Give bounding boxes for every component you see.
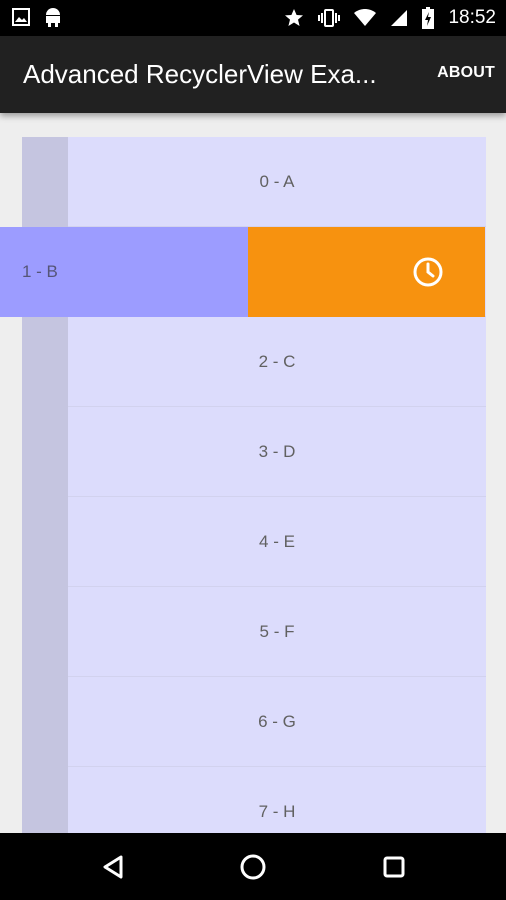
star-icon [284,8,304,28]
list-item-label: 1 - B [22,262,58,281]
clock-time: 18:52 [448,7,496,28]
drag-handle[interactable] [22,767,68,833]
drag-handle[interactable] [22,497,68,587]
about-button[interactable]: ABOUT [437,64,495,82]
list-item-label: 0 - A [259,171,295,191]
android-icon [44,6,62,28]
list-item-label: 2 - C [258,351,296,371]
swiped-list-item[interactable]: 1 - B [0,227,485,317]
swiped-item-foreground[interactable]: 1 - B [0,227,248,317]
battery-charging-icon [422,7,435,29]
list-item-label: 7 - H [258,801,296,821]
drag-handle[interactable] [22,317,68,407]
list-item-label: 6 - G [258,711,296,731]
list-item-label: 5 - F [259,621,295,641]
list-item[interactable]: 6 - G [22,677,486,767]
list-item-label: 3 - D [258,441,296,461]
list-item[interactable]: 3 - D [22,407,486,497]
app-title: Advanced RecyclerView Exa... [23,59,377,89]
home-icon[interactable] [237,851,269,883]
swipe-background[interactable] [248,227,485,317]
list-item[interactable]: 2 - C [22,317,486,407]
list-item[interactable]: 7 - H [22,767,486,833]
list-item[interactable]: 0 - A [22,137,486,227]
list-item-label: 4 - E [259,531,295,551]
list-item[interactable]: 4 - E [22,497,486,587]
clock-icon[interactable] [412,256,444,293]
list-item[interactable]: 5 - F [22,587,486,677]
navigation-bar [0,833,506,900]
app-bar: Advanced RecyclerView Exa... ABOUT [0,36,506,113]
signal-icon [390,9,408,27]
drag-handle[interactable] [22,407,68,497]
drag-handle[interactable] [22,587,68,677]
back-icon[interactable] [97,851,129,883]
wifi-icon [354,9,377,27]
vibrate-icon [318,8,341,28]
recents-icon[interactable] [378,851,410,883]
image-icon [12,8,30,26]
drag-handle[interactable] [22,137,68,227]
status-bar: 18:52 [0,0,506,36]
drag-handle[interactable] [22,677,68,767]
